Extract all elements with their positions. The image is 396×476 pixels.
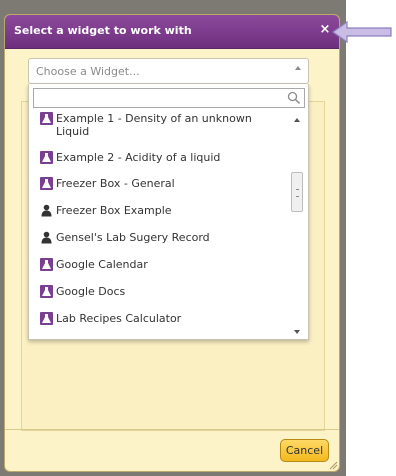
widget-list: Example 1 - Density of an unknown Liquid… bbox=[29, 110, 289, 336]
widget-option-label: Google Docs bbox=[56, 285, 126, 298]
callout-arrow-icon bbox=[331, 20, 392, 44]
widget-option-label: Google Calendar bbox=[56, 258, 148, 271]
widget-option-label: Gensel's Lab Sugery Record bbox=[56, 231, 210, 244]
cancel-button[interactable]: Cancel bbox=[280, 439, 329, 462]
widget-option-label: Lab Recipes Calculator bbox=[56, 312, 182, 325]
widget-select[interactable]: Choose a Widget... bbox=[28, 58, 309, 84]
scrollbar-thumb[interactable] bbox=[291, 172, 303, 212]
search-icon bbox=[287, 91, 301, 105]
widget-option-label: Example 2 - Acidity of a liquid bbox=[56, 151, 221, 164]
widget-option-label: Example 1 - Density of an unknown Liquid bbox=[56, 112, 252, 138]
widget-search-box bbox=[33, 88, 305, 108]
dialog-titlebar[interactable]: Select a widget to work with × bbox=[5, 15, 339, 49]
list-scrollbar[interactable] bbox=[290, 110, 305, 336]
flask-icon bbox=[40, 312, 53, 325]
user-icon bbox=[41, 231, 52, 244]
widget-option-label: Freezer Box - General bbox=[56, 177, 175, 190]
scroll-up-icon[interactable] bbox=[294, 118, 300, 122]
resize-grip-icon[interactable] bbox=[328, 460, 338, 470]
widget-dropdown: Example 1 - Density of an unknown Liquid… bbox=[28, 84, 309, 340]
widget-option-label: Freezer Box Example bbox=[56, 204, 172, 217]
user-icon bbox=[41, 204, 52, 217]
dialog-title: Select a widget to work with bbox=[14, 24, 192, 37]
chevron-up-icon bbox=[295, 66, 301, 70]
flask-icon bbox=[40, 151, 53, 164]
flask-icon bbox=[40, 285, 53, 298]
widget-select-placeholder: Choose a Widget... bbox=[36, 65, 140, 78]
grip-icon bbox=[296, 189, 299, 197]
flask-icon bbox=[40, 177, 53, 190]
scroll-down-icon[interactable] bbox=[294, 330, 300, 334]
widget-search-input[interactable] bbox=[36, 90, 286, 106]
dialog-footer-divider bbox=[5, 429, 339, 430]
flask-icon bbox=[40, 258, 53, 271]
